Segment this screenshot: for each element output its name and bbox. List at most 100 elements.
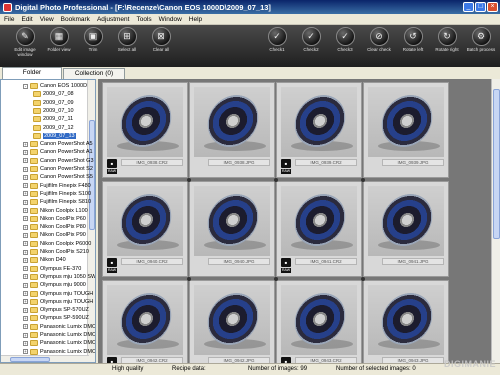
clear-all-button[interactable]: ⊠ Clear all	[146, 27, 176, 65]
expand-icon[interactable]: +	[23, 266, 28, 272]
tree-item[interactable]: + Olympus mju TOUGH	[23, 298, 93, 306]
tree-horizontal-scrollbar[interactable]	[1, 355, 89, 362]
thumbnail[interactable]: ■ RAW IMG_0938.CR2	[102, 82, 188, 178]
tree-item[interactable]: + Canon PowerShot S5	[23, 173, 93, 181]
maximize-icon[interactable]: □	[475, 2, 486, 12]
tree-item[interactable]: + Olympus mju 1050 SW	[23, 273, 95, 281]
tree-item[interactable]: + Panasonic Lumix DMC	[23, 348, 95, 356]
thumbnail[interactable]: IMG_0938.JPG	[189, 82, 275, 178]
tree-item[interactable]: + Panasonic Lumix DMC	[23, 323, 95, 331]
expand-icon[interactable]: +	[23, 332, 28, 338]
expand-icon[interactable]: +	[23, 324, 28, 330]
expand-icon[interactable]: +	[23, 282, 28, 288]
tree-item[interactable]: + Nikon Coolpix L100	[23, 207, 88, 215]
minimize-icon[interactable]: _	[463, 2, 474, 12]
tree-item[interactable]: 2009_07_12	[33, 124, 74, 132]
expand-icon[interactable]: +	[23, 257, 28, 263]
tree-item[interactable]: + Nikon CoolPix P80	[23, 223, 86, 231]
scrollbar-thumb[interactable]	[493, 89, 500, 239]
expand-icon[interactable]: +	[23, 249, 28, 255]
expand-icon[interactable]: +	[23, 208, 28, 213]
thumbnail[interactable]: IMG_0941.JPG	[363, 181, 449, 277]
expand-icon[interactable]: +	[23, 199, 28, 205]
thumbnail[interactable]: IMG_0943.JPG	[363, 280, 449, 363]
tree-item[interactable]: + Nikon Coolpix P6000	[23, 240, 91, 248]
tab-folder[interactable]: Folder	[2, 67, 62, 79]
rotate-left-button[interactable]: ↺ Rotate left	[398, 27, 428, 65]
close-icon[interactable]: ×	[487, 2, 498, 12]
thumbnail[interactable]: ■RAWIMG_0943.CR2	[276, 280, 362, 363]
tree-item[interactable]: 2009_07_09	[33, 99, 74, 107]
expand-icon[interactable]: +	[23, 307, 28, 313]
select-all-button[interactable]: ⊞ Select all	[112, 27, 142, 65]
tree-item[interactable]: + Fujifilm Finepix S810	[23, 198, 91, 206]
menu-help[interactable]: Help	[189, 16, 202, 23]
expand-icon[interactable]: +	[23, 291, 28, 296]
grid-vertical-scrollbar[interactable]	[491, 79, 500, 363]
tree-item[interactable]: + Olympus mju TOUGH	[23, 290, 93, 298]
tree-item[interactable]: + Olympus SP-570UZ	[23, 306, 89, 314]
expand-icon[interactable]: +	[23, 274, 28, 280]
tree-item[interactable]: 2009_07_11	[33, 115, 73, 123]
check3-button[interactable]: ✓ Check3	[330, 27, 360, 65]
tree-item[interactable]: + Canon PowerShot G3	[23, 157, 94, 165]
menu-bookmark[interactable]: Bookmark	[61, 16, 90, 23]
thumbnail[interactable]: ■ RAW IMG_0940.CR2	[102, 181, 188, 277]
tree-item[interactable]: + Olympus mju 9000	[23, 281, 86, 289]
batch-process-button[interactable]: ⚙ Batch process	[466, 27, 496, 65]
clear-check-button[interactable]: ⊘ Clear check	[364, 27, 394, 65]
tree-item[interactable]: - Canon EOS 1000D	[23, 82, 87, 90]
tree-item[interactable]: + Nikon CoolPix P60	[23, 215, 86, 223]
scrollbar-thumb[interactable]	[10, 357, 50, 362]
expand-icon[interactable]: +	[23, 232, 28, 238]
tree-item[interactable]: + Canon PowerShot S2	[23, 165, 93, 173]
menu-adjustment[interactable]: Adjustment	[97, 16, 130, 23]
expand-icon[interactable]: +	[23, 158, 28, 164]
collapse-icon[interactable]: -	[23, 83, 28, 89]
expand-icon[interactable]: +	[23, 349, 28, 355]
expand-icon[interactable]: +	[23, 224, 28, 230]
tree-item[interactable]: + Nikon CoolPix P90	[23, 231, 86, 239]
expand-icon[interactable]: +	[23, 141, 28, 147]
check1-button[interactable]: ✓ Check1	[262, 27, 292, 65]
check2-button[interactable]: ✓ Check2	[296, 27, 326, 65]
tree-item[interactable]: + Nikon D40	[23, 256, 66, 264]
expand-icon[interactable]: +	[23, 166, 28, 172]
tree-item[interactable]: + Canon PowerShot A5	[23, 140, 93, 148]
expand-icon[interactable]: +	[23, 241, 28, 247]
tab-collection[interactable]: Collection (0)	[63, 68, 125, 79]
thumbnail[interactable]: IMG_0940.JPG	[189, 181, 275, 277]
menu-view[interactable]: View	[40, 16, 54, 23]
expand-icon[interactable]: +	[23, 315, 28, 321]
tree-item[interactable]: 2009_07_08	[33, 90, 74, 98]
thumbnail[interactable]: ■ RAW IMG_0941.CR2	[276, 181, 362, 277]
expand-icon[interactable]: +	[23, 191, 28, 197]
thumbnail[interactable]: ■ RAW IMG_0939.CR2	[276, 82, 362, 178]
tree-item[interactable]: + Olympus SP-590UZ	[23, 314, 89, 322]
expand-icon[interactable]: +	[23, 183, 28, 189]
expand-icon[interactable]: +	[23, 299, 28, 305]
thumbnail[interactable]: IMG_0939.JPG	[363, 82, 449, 178]
menu-tools[interactable]: Tools	[136, 16, 151, 23]
tree-item[interactable]: + Panasonic Lumix DMC	[23, 339, 95, 347]
menu-edit[interactable]: Edit	[21, 16, 32, 23]
tree-item[interactable]: + Fujifilm Finepix S100	[23, 190, 91, 198]
thumbnail[interactable]: ■RAWIMG_0942.CR2	[102, 280, 188, 363]
tree-item[interactable]: + Nikon CoolPix S210	[23, 248, 89, 256]
rotate-right-button[interactable]: ↻ Rotate right	[432, 27, 462, 65]
menu-file[interactable]: File	[4, 16, 14, 23]
expand-icon[interactable]: +	[23, 149, 28, 155]
tree-item[interactable]: 2009_07_10	[33, 107, 74, 115]
expand-icon[interactable]: +	[23, 216, 28, 222]
folder-view-button[interactable]: ▦ Folder view	[44, 27, 74, 65]
tree-item[interactable]: + Panasonic Lumix DMC	[23, 331, 95, 339]
tree-item[interactable]: + Olympus FE-370	[23, 265, 81, 273]
expand-icon[interactable]: +	[23, 174, 28, 180]
tree-item[interactable]: 2009_07_13	[33, 132, 76, 140]
expand-icon[interactable]: +	[23, 340, 28, 346]
trim-button[interactable]: ▣ Trim	[78, 27, 108, 65]
thumbnail[interactable]: IMG_0942.JPG	[189, 280, 275, 363]
tree-item[interactable]: + Fujifilm Finepix F480	[23, 182, 91, 190]
edit-image-button[interactable]: ✎ Edit image window	[10, 27, 40, 65]
tree-item[interactable]: + Canon PowerShot A1	[23, 148, 93, 156]
